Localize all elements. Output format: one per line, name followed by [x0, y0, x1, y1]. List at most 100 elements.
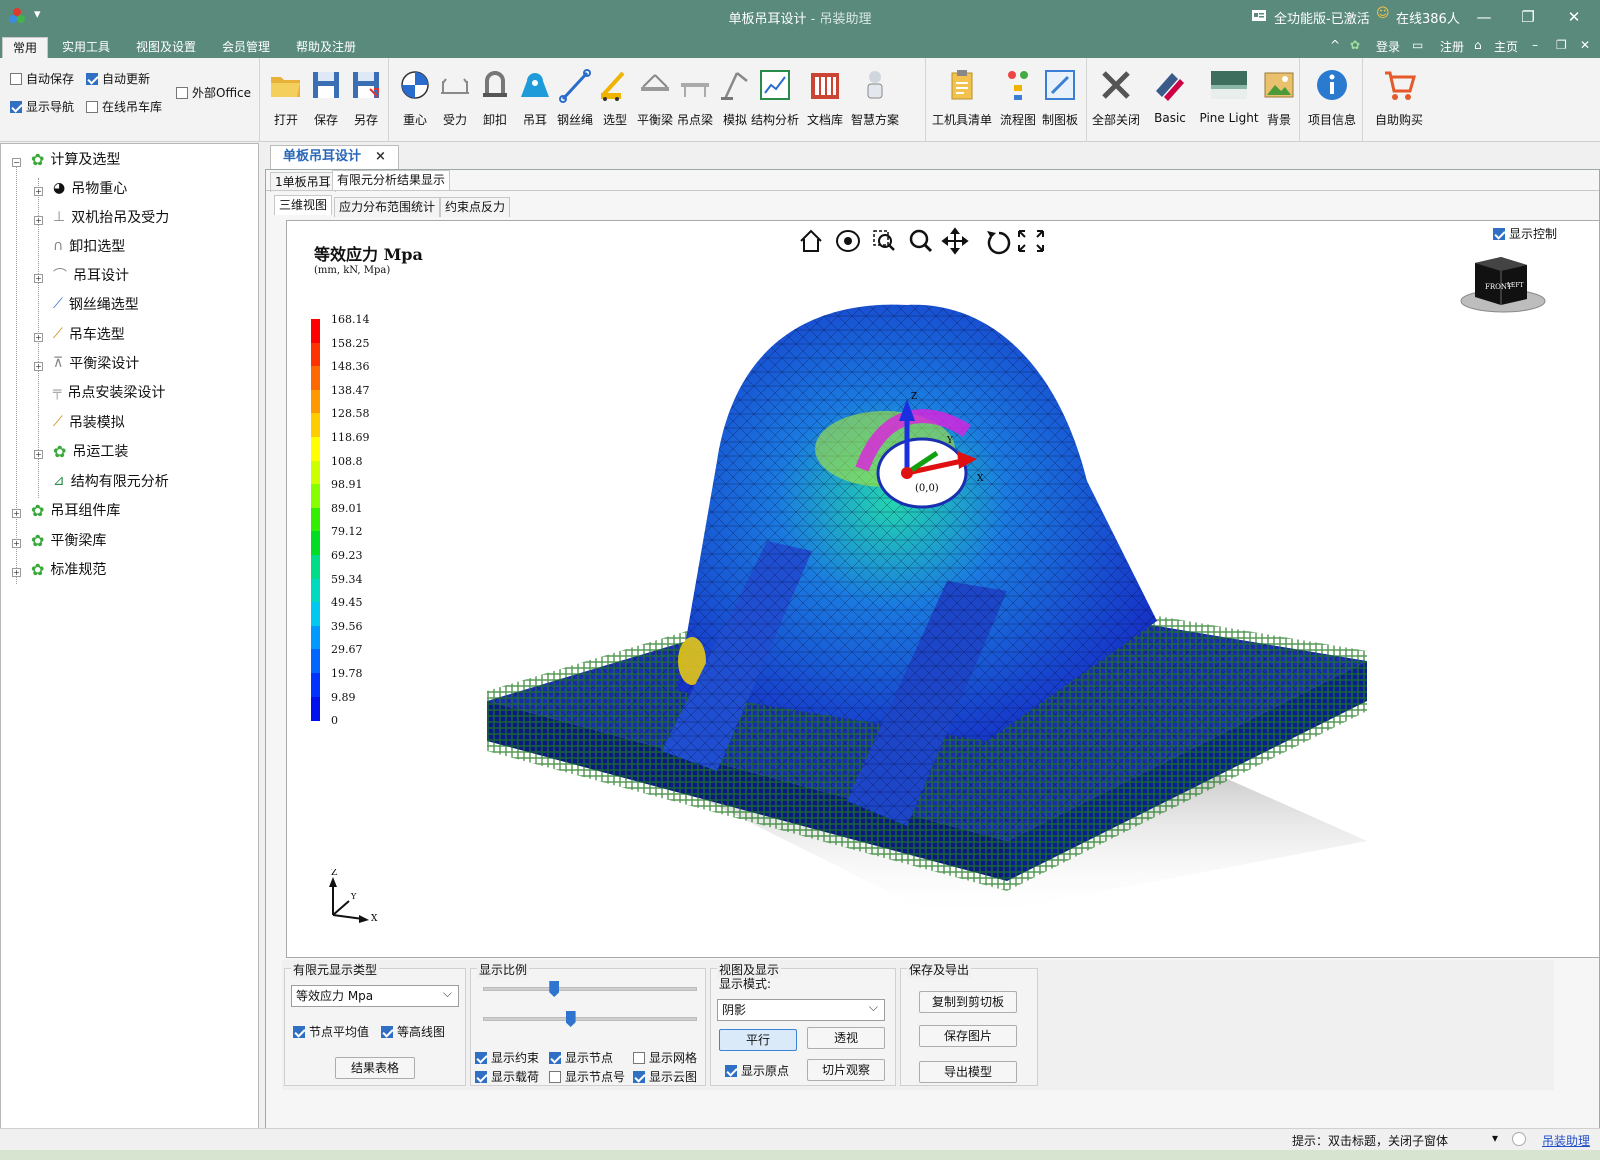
tree-root-standards[interactable]: ✿ 标准规范	[31, 559, 106, 579]
zoom-icon[interactable]	[909, 229, 933, 253]
tab-reaction-forces[interactable]: 约束点反力	[440, 197, 511, 217]
login-link[interactable]: 登录	[1376, 38, 1400, 55]
tree-root-lug-library[interactable]: ✿ 吊耳组件库	[31, 500, 120, 520]
node-average-checkbox[interactable]: 节点平均值	[293, 1023, 369, 1040]
fea-3d-viewport[interactable]: 等效应力 Mpa (mm, kN, Mpa) 168.14 158.25 148.3…	[286, 220, 1600, 958]
tree-item-lug[interactable]: ⌒ 吊耳设计	[53, 265, 129, 285]
project-info-button[interactable]: 项目信息	[1308, 64, 1356, 136]
fe-type-select[interactable]: 等效应力 Mpa	[291, 983, 459, 1007]
tree-item-rigging[interactable]: ✿ 吊运工装	[53, 441, 128, 461]
expand-toggle[interactable]: +	[34, 362, 43, 371]
show-loads-checkbox[interactable]: 显示载荷	[475, 1068, 539, 1085]
tree-item-crane[interactable]: ⟋ 吊车选型	[53, 324, 125, 344]
tab-fea-results[interactable]: 有限元分析结果显示	[332, 170, 451, 190]
scale-slider-1[interactable]	[483, 981, 697, 997]
theme-basic-button[interactable]: Basic	[1144, 64, 1196, 136]
copy-clipboard-button[interactable]: 复制到剪切板	[919, 991, 1017, 1013]
tree-root-beam-library[interactable]: ✿ 平衡梁库	[31, 530, 106, 550]
menu-tab-view[interactable]: 视图及设置	[126, 37, 206, 58]
minimize-button[interactable]: —	[1464, 4, 1504, 30]
mdi-close-button[interactable]: ✕	[1580, 38, 1590, 52]
show-nodes-checkbox[interactable]: 显示节点	[549, 1049, 613, 1066]
expand-toggle[interactable]: +	[12, 539, 21, 548]
online-crane-checkbox[interactable]: 在线吊车库	[86, 98, 162, 115]
self-purchase-button[interactable]: 自助购买	[1375, 64, 1423, 136]
rotate-icon[interactable]	[987, 231, 1011, 255]
show-origin-checkbox[interactable]: 显示原点	[725, 1062, 789, 1079]
view-cube[interactable]: FRONT LEFT	[1457, 249, 1549, 321]
tab-3d-view[interactable]: 三维视图	[274, 195, 333, 215]
background-button[interactable]: 背景	[1258, 64, 1300, 136]
save-as-button[interactable]: 另存	[345, 64, 387, 136]
show-node-ids-checkbox[interactable]: 显示节点号	[549, 1068, 625, 1085]
show-mesh-checkbox[interactable]: 显示网格	[633, 1049, 697, 1066]
menu-tab-common[interactable]: 常用	[2, 37, 49, 58]
expand-toggle[interactable]: +	[12, 568, 21, 577]
show-contour-cloud-checkbox[interactable]: 显示云图	[633, 1068, 697, 1085]
close-window-button[interactable]: ✕	[1554, 4, 1594, 30]
orbit-view-icon[interactable]	[836, 230, 860, 252]
tool-list-button[interactable]: 工机具清单	[932, 64, 992, 136]
expand-toggle[interactable]: +	[34, 333, 43, 342]
menu-tab-help[interactable]: 帮助及注册	[286, 37, 366, 58]
save-image-button[interactable]: 保存图片	[919, 1025, 1017, 1047]
close-all-button[interactable]: 全部关闭	[1092, 64, 1140, 136]
tree-item-dual-lift[interactable]: ⊥ 双机抬吊及受力	[53, 207, 169, 227]
floppy-as-icon	[353, 72, 379, 98]
slice-view-button[interactable]: 切片观察	[807, 1059, 885, 1081]
mdi-minimize-button[interactable]: –	[1532, 38, 1538, 52]
tree-item-fea[interactable]: ⊿ 结构有限元分析	[53, 471, 169, 491]
buy-group: 自助购买	[1364, 58, 1436, 142]
external-office-checkbox[interactable]: 外部Office	[176, 84, 251, 101]
tree-item-lift-beam[interactable]: ╤ 吊点安装梁设计	[53, 382, 165, 402]
scale-slider-2[interactable]	[483, 1011, 697, 1027]
display-mode-select[interactable]: 阴影	[717, 997, 885, 1021]
perspective-projection-button[interactable]: 透视	[807, 1027, 885, 1049]
status-toggle-icon[interactable]	[1512, 1132, 1526, 1146]
drawing-board-button[interactable]: 制图板	[1039, 64, 1081, 136]
home-view-icon[interactable]	[800, 229, 822, 252]
tree-root-calc[interactable]: ✿ 计算及选型	[31, 149, 120, 169]
structure-analysis-button[interactable]: 结构分析	[751, 64, 799, 136]
auto-save-checkbox[interactable]: 自动保存	[10, 70, 74, 87]
menu-tab-member[interactable]: 会员管理	[212, 37, 280, 58]
collapse-ribbon-icon[interactable]: ^	[1330, 38, 1340, 52]
tree-item-shackle[interactable]: ∩ 卸扣选型	[53, 236, 125, 256]
tab-stress-stats[interactable]: 应力分布范围统计	[334, 197, 441, 217]
fullscreen-icon[interactable]	[1018, 230, 1044, 252]
scale-slider-2-thumb[interactable]	[565, 1011, 576, 1027]
expand-toggle[interactable]: +	[34, 274, 43, 283]
doc-library-button[interactable]: 文档库	[804, 64, 846, 136]
zoom-window-icon[interactable]	[873, 230, 895, 251]
tree-item-simulation[interactable]: ⟋ 吊装模拟	[53, 412, 125, 432]
register-link[interactable]: 注册	[1440, 38, 1464, 55]
tree-item-wire-rope[interactable]: ⟋ 钢丝绳选型	[53, 294, 139, 314]
menu-tab-tools[interactable]: 实用工具	[52, 37, 120, 58]
tree-item-cog[interactable]: ◕ 吊物重心	[53, 178, 127, 198]
doc-tab-single-lug[interactable]: 单板吊耳设计 ×	[270, 145, 399, 169]
scale-slider-1-thumb[interactable]	[549, 981, 560, 997]
pan-icon[interactable]	[941, 227, 969, 255]
auto-update-checkbox[interactable]: 自动更新	[86, 70, 150, 87]
tree-item-balance-beam[interactable]: ⊼ 平衡梁设计	[53, 353, 139, 373]
expand-toggle[interactable]: +	[34, 450, 43, 459]
show-constraints-checkbox[interactable]: 显示约束	[475, 1049, 539, 1066]
status-dropdown-icon[interactable]: ▾	[1492, 1131, 1498, 1145]
expand-toggle[interactable]: +	[34, 187, 43, 196]
result-table-button[interactable]: 结果表格	[335, 1057, 415, 1079]
smart-plan-button[interactable]: 智慧方案	[851, 64, 899, 136]
collapse-toggle[interactable]: −	[12, 158, 21, 167]
show-control-checkbox[interactable]: 显示控制	[1493, 225, 1557, 242]
close-tab-icon[interactable]: ×	[375, 149, 386, 164]
maximize-button[interactable]: ❐	[1508, 4, 1548, 30]
export-model-button[interactable]: 导出模型	[919, 1061, 1017, 1083]
app-link[interactable]: 吊装助理	[1542, 1132, 1590, 1149]
mdi-restore-button[interactable]: ❐	[1556, 38, 1567, 52]
contour-checkbox[interactable]: 等高线图	[381, 1023, 445, 1040]
expand-toggle[interactable]: +	[34, 216, 43, 225]
parallel-projection-button[interactable]: 平行	[719, 1029, 797, 1051]
home-link[interactable]: 主页	[1494, 38, 1518, 55]
tab-single-lug[interactable]: 1单板吊耳	[270, 172, 336, 192]
expand-toggle[interactable]: +	[12, 509, 21, 518]
show-nav-checkbox[interactable]: 显示导航	[10, 98, 74, 115]
